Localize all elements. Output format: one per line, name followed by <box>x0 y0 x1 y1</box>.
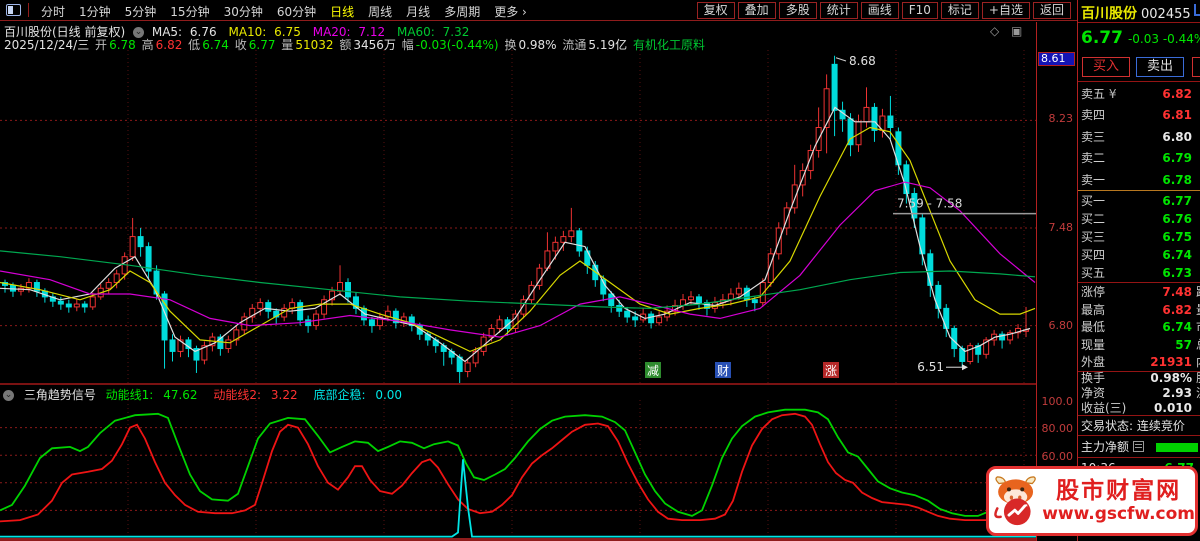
bull-icon <box>994 476 1036 526</box>
menu-item[interactable]: 15分钟 <box>163 5 216 19</box>
panel-row[interactable]: 买二 6.76 <box>1081 210 1198 228</box>
menu-item[interactable]: 5分钟 <box>118 5 164 19</box>
watermark-char: 财 <box>717 364 729 378</box>
axis-label: 8.23 <box>1048 112 1074 125</box>
trade-status: 交易状态: 连续竞价 <box>1078 415 1200 436</box>
sell-button[interactable]: 卖出 <box>1136 57 1184 77</box>
indicator-line-底部企稳 <box>0 459 1037 538</box>
menu-button[interactable]: 统计 <box>819 2 858 19</box>
menu-button[interactable]: +自选 <box>981 2 1030 19</box>
quote-panel: 百川股份 002455 6.77 -0.03 -0.44% 买入 卖出 卖五 ¥6.… <box>1078 0 1200 541</box>
price-axis: 8.61 8.23 7.48 6.80 100.0 80.00 60.00 40… <box>1037 22 1077 541</box>
panel-row: 现量57总 <box>1081 337 1200 352</box>
axis-label: 80.00 <box>1041 422 1074 435</box>
menu-item[interactable]: 周线 <box>361 5 399 19</box>
main-flow-label: 主力净额 <box>1081 440 1130 454</box>
menu-item[interactable]: 60分钟 <box>270 5 323 19</box>
menu-button[interactable]: 画线 <box>860 2 899 19</box>
gap-annotation: 7.59 - 7.58 <box>897 197 962 211</box>
panel-divider <box>0 383 1077 385</box>
site-logo[interactable]: 股市财富网 www.gscfw.com <box>986 466 1198 536</box>
axis-label: 6.80 <box>1048 319 1074 332</box>
panel-row[interactable]: 卖三 6.80 <box>1081 127 1198 148</box>
panel-row[interactable]: 买三 6.75 <box>1081 228 1198 246</box>
watermark-char: 减 <box>647 364 659 378</box>
tool-menu: 复权 叠加 多股 统计 画线 F10 标记 +自选 返回 <box>694 2 1071 19</box>
panel-row[interactable]: 卖四 6.81 <box>1081 105 1198 126</box>
menu-divider <box>28 3 29 17</box>
panel-row: 最低6.74市 <box>1081 320 1200 334</box>
sidebar-toggle-icon[interactable] <box>6 4 21 16</box>
price-change-pct: -0.44% <box>1162 32 1200 46</box>
menu-button[interactable]: 标记 <box>940 2 979 19</box>
site-url: www.gscfw.com <box>1042 504 1195 524</box>
menu-button[interactable]: 叠加 <box>737 2 776 19</box>
low-annotation: 6.51 <box>917 360 944 374</box>
axis-label: 7.48 <box>1048 221 1074 234</box>
panel-row: 收益(三)0.010P <box>1081 401 1192 415</box>
panel-row: 外盘21931内 <box>1081 355 1200 369</box>
menu-item[interactable]: 更多 › <box>487 5 534 19</box>
indicator-line-动能线2 <box>0 412 990 523</box>
menu-button[interactable]: F10 <box>901 2 938 19</box>
peak-annotation: 8.68 <box>849 54 876 68</box>
clipped-corner-icon <box>1194 4 1200 16</box>
panel-row[interactable]: 卖一 6.78 <box>1081 170 1198 191</box>
site-name: 股市财富网 <box>1056 478 1182 504</box>
last-price: 6.77 <box>1081 28 1123 48</box>
panel-row: 换手0.98%股 <box>1081 371 1200 385</box>
main-flow-row: 主力净额 <box>1078 437 1200 458</box>
axis-top-box: 8.61 <box>1038 52 1075 66</box>
panel-row: 涨停7.48跌 <box>1081 285 1200 299</box>
list-icon[interactable] <box>1132 441 1144 452</box>
main-flow-bar <box>1156 443 1198 452</box>
menu-button[interactable]: 多股 <box>778 2 817 19</box>
stock-code: 002455 <box>1141 7 1191 22</box>
chart-corner-icons[interactable]: ◇ ▣ <box>990 24 1026 38</box>
watermark-char: 涨 <box>825 363 837 378</box>
menu-item[interactable]: 多周期 <box>437 5 487 19</box>
buy-button[interactable]: 买入 <box>1082 57 1130 77</box>
menu-item[interactable]: 1分钟 <box>72 5 118 19</box>
axis-label: 60.00 <box>1041 450 1074 463</box>
trade-status-value: 连续竞价 <box>1136 419 1185 433</box>
candlestick-chart[interactable]: 减 财 涨 7.59 - 7.58 8.68 6.51 <box>0 50 1037 383</box>
period-menu: 分时 1分钟 5分钟 15分钟 30分钟 60分钟 日线 周线 月线 多周期 更多 › <box>34 1 534 20</box>
panel-row: 最高6.82量 <box>1081 302 1200 317</box>
menu-item[interactable]: 日线 <box>323 5 361 19</box>
candles-layer <box>2 55 1030 383</box>
currency-icon: ¥ <box>1108 87 1117 101</box>
menu-button[interactable]: 复权 <box>696 2 735 19</box>
menu-item[interactable]: 月线 <box>399 5 437 19</box>
indicator-line-动能线1 <box>0 408 1009 517</box>
axis-label: 100.0 <box>1041 395 1074 408</box>
panel-row[interactable]: 买一 6.77 <box>1081 192 1198 210</box>
clipped-button[interactable] <box>1192 57 1200 77</box>
panel-row[interactable]: 买五 6.73 <box>1081 264 1198 282</box>
panel-row: 净资2.93流 <box>1081 386 1200 400</box>
panel-row[interactable]: 卖五 ¥6.82 <box>1081 84 1198 105</box>
menu-button[interactable]: 返回 <box>1032 2 1071 19</box>
price-change: -0.03 <box>1127 32 1160 46</box>
menu-item[interactable]: 分时 <box>34 5 72 19</box>
indicator-chart[interactable] <box>0 400 1037 538</box>
stock-name[interactable]: 百川股份 <box>1081 6 1137 22</box>
panel-row[interactable]: 买四 6.74 <box>1081 246 1198 264</box>
top-menu-bar: 分时 1分钟 5分钟 15分钟 30分钟 60分钟 日线 周线 月线 多周期 更多 › 复权 叠加 多股… <box>0 0 1200 21</box>
menu-item[interactable]: 30分钟 <box>217 5 270 19</box>
panel-row[interactable]: 卖二 6.79 <box>1081 148 1198 169</box>
